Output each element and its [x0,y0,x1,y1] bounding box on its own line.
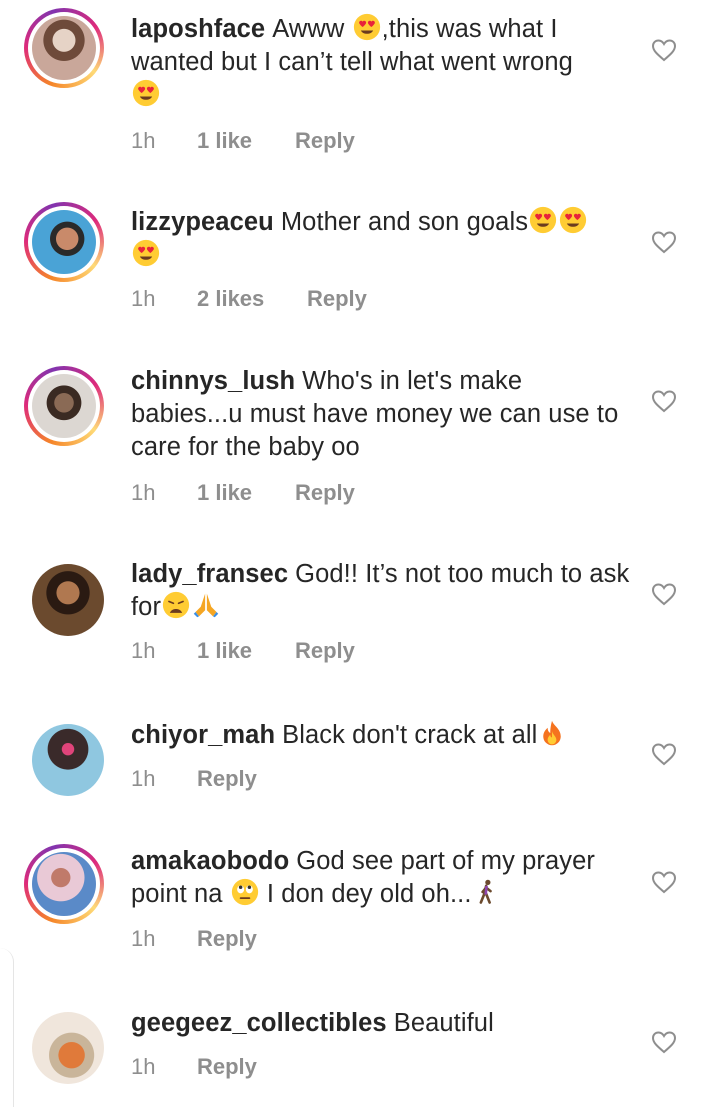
heart-outline-icon[interactable] [651,582,677,606]
reply-button[interactable]: Reply [295,480,355,506]
fire-emoji [543,720,562,746]
heart-eyes-emoji [353,13,380,41]
avatar [32,724,104,796]
comment-likes[interactable]: 1 like [197,638,295,664]
comment-text: lady_fransec God!! It’s not too much to a… [131,560,630,621]
comment-time: 1h [131,766,156,791]
comment-username[interactable]: amakaobodo [131,847,289,875]
comments-list: laposhface Awww ,this was what I wanted b… [0,0,720,1107]
comment-time: 1h [131,286,156,311]
heart-outline-icon[interactable] [651,1030,677,1054]
weary-face-emoji [162,591,190,619]
folded-hands-emoji [193,593,219,618]
reply-button[interactable]: Reply [197,1054,257,1080]
comment-likes[interactable]: 1 like [197,480,295,506]
reply-button[interactable]: Reply [307,286,367,312]
comment-username[interactable]: lizzypeaceu [131,208,274,236]
avatar [32,852,96,916]
avatar-wrap[interactable] [32,1012,104,1084]
walking-person-emoji [479,879,492,904]
comment-text: chinnys_lush Who's in let's make babies..… [131,367,619,461]
heart-outline-icon[interactable] [651,870,677,894]
eye-roll-emoji [231,878,258,906]
comment-time: 1h [131,480,156,505]
avatar-wrap[interactable] [32,564,104,636]
heart-eyes-emoji [559,206,587,234]
avatar [32,564,104,636]
heart-eyes-emoji [132,239,160,267]
heart-outline-icon[interactable] [651,389,677,413]
heart-outline-icon[interactable] [651,230,677,254]
comment-time: 1h [131,926,156,951]
comment-meta: 1h 2 likes Reply [131,286,367,312]
avatar-story-ring[interactable] [24,202,104,282]
comment-meta: 1h Reply [131,926,257,952]
comment-time: 1h [131,128,156,153]
comment-time: 1h [131,1054,156,1079]
avatar [32,374,96,438]
comment-meta: 1h 1 like Reply [131,128,355,154]
avatar [32,16,96,80]
comment-text: laposhface Awww ,this was what I wanted b… [131,13,631,112]
heart-eyes-emoji [132,79,160,107]
comment-username[interactable]: geegeez_collectibles [131,1009,387,1037]
comment-meta: 1h 1 like Reply [131,480,355,506]
avatar-story-ring[interactable] [24,844,104,924]
comment-username[interactable]: laposhface [131,15,265,43]
comment-username[interactable]: chiyor_mah [131,721,275,749]
avatar-wrap[interactable] [32,724,104,796]
edge-divider [0,948,14,1107]
comment-time: 1h [131,638,156,663]
comment-likes[interactable]: 2 likes [197,286,307,312]
heart-eyes-emoji [529,206,557,234]
avatar [32,210,96,274]
avatar-story-ring[interactable] [24,8,104,88]
avatar [32,1012,104,1084]
comment-username[interactable]: chinnys_lush [131,367,295,395]
avatar-story-ring[interactable] [24,366,104,446]
comment-meta: 1h 1 like Reply [131,638,355,664]
comment-text: chiyor_mah Black don't crack at all [131,719,631,752]
comment-username[interactable]: lady_fransec [131,560,288,588]
comment-meta: 1h Reply [131,766,257,792]
comment-text: lizzypeaceu Mother and son goals [131,206,631,272]
reply-button[interactable]: Reply [295,128,355,154]
comment-text: amakaobodo God see part of my prayer poin… [131,847,596,908]
comment-likes[interactable]: 1 like [197,128,295,154]
heart-outline-icon[interactable] [651,38,677,62]
comment-text: geegeez_collectibles Beautiful [131,1009,494,1037]
reply-button[interactable]: Reply [197,926,257,952]
comment-meta: 1h Reply [131,1054,257,1080]
reply-button[interactable]: Reply [295,638,355,664]
reply-button[interactable]: Reply [197,766,257,792]
heart-outline-icon[interactable] [651,742,677,766]
